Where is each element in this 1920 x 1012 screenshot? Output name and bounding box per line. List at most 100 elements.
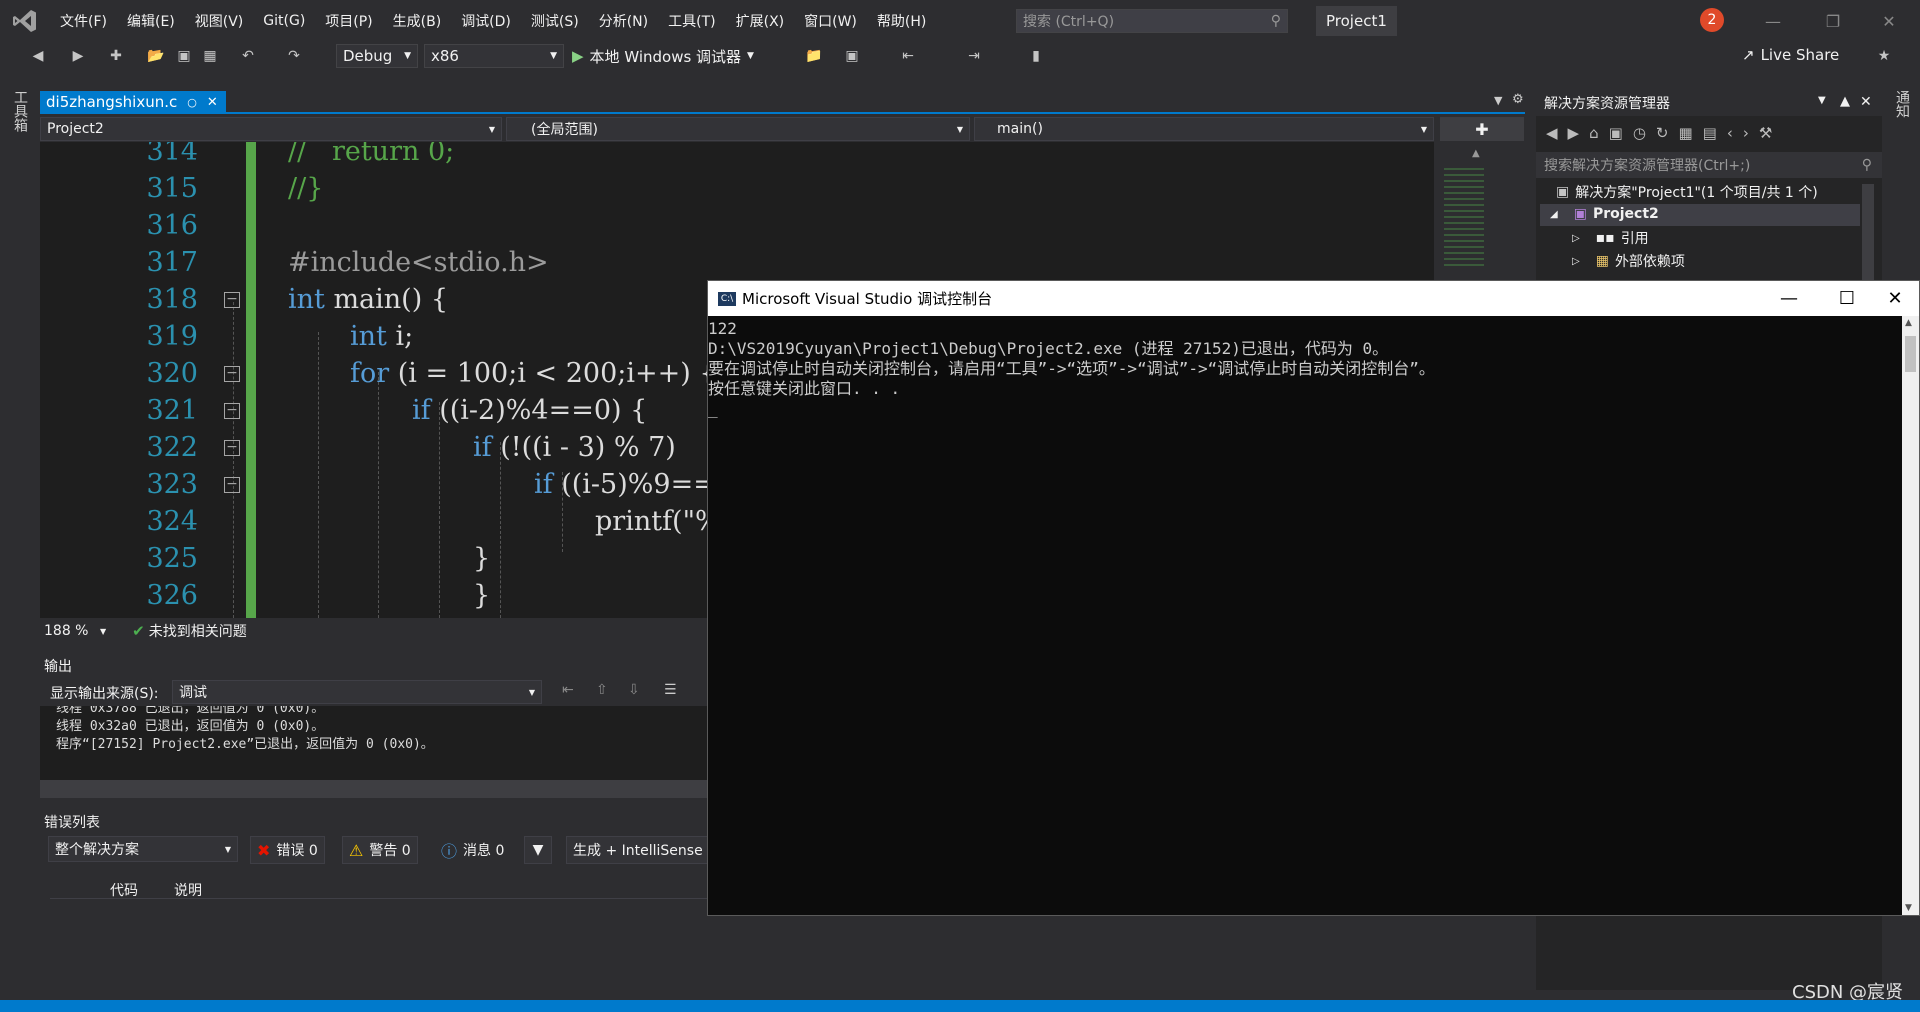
menu-project[interactable]: 项目(P) (315, 11, 382, 31)
scroll-down-icon[interactable]: ▼ (1905, 903, 1912, 913)
messages-filter-button[interactable]: ⓘ 消息 0 (434, 836, 511, 864)
menu-test[interactable]: 测试(S) (521, 11, 589, 31)
tree-project[interactable]: ◢ ▣ Project2 (1550, 206, 1659, 222)
indent-icon[interactable]: ⇥ (964, 46, 984, 66)
scope-select[interactable]: (全局范围) ▼ (506, 117, 970, 141)
fold-toggle-icon[interactable]: − (224, 403, 240, 419)
platform-select[interactable]: x86 ▼ (424, 44, 564, 68)
back-icon[interactable]: ◀ (28, 46, 48, 66)
menu-build[interactable]: 生成(B) (383, 11, 452, 31)
refresh-icon[interactable]: ↻ (1656, 124, 1679, 142)
bookmark-icon[interactable]: ▮ (1026, 46, 1046, 66)
undo-icon[interactable]: ↶ (238, 46, 258, 66)
menu-tools[interactable]: 工具(T) (658, 11, 725, 31)
menu-extensions[interactable]: 扩展(X) (726, 11, 795, 31)
tree-external-deps[interactable]: ▷ ▦ 外部依赖项 (1572, 251, 1685, 271)
search-input[interactable]: 搜索 (Ctrl+Q) ⚲ (1016, 9, 1288, 33)
menu-analyze[interactable]: 分析(N) (589, 11, 658, 31)
screenshot-icon[interactable]: ▣ (842, 46, 862, 66)
notification-badge[interactable]: 2 (1700, 8, 1724, 32)
visual-studio-logo-icon[interactable] (0, 0, 50, 42)
scroll-up-icon[interactable]: ▲ (1472, 148, 1480, 159)
menu-edit[interactable]: 编辑(E) (117, 11, 185, 31)
console-scrollbar[interactable]: ▲ ▼ (1902, 316, 1919, 915)
notifications-tab[interactable]: 通知 (1892, 90, 1912, 118)
feedback-icon[interactable]: ★ (1874, 46, 1894, 66)
pin-icon[interactable]: ○ (187, 96, 197, 109)
redo-icon[interactable]: ↷ (284, 46, 304, 66)
home-icon[interactable]: ⌂ (1589, 124, 1609, 142)
fold-toggle-icon[interactable]: − (224, 292, 240, 308)
next-message-icon[interactable]: ⇩ (628, 682, 640, 698)
console-close-icon[interactable]: ✕ (1866, 281, 1920, 316)
toolbox-tab[interactable]: 工具箱 (10, 90, 30, 132)
tree-references[interactable]: ▷ ▪▪ 引用 (1572, 228, 1649, 248)
start-debugger-button[interactable]: ▶ 本地 Windows 调试器 ▼ (572, 44, 754, 68)
errors-filter-button[interactable]: ✖ 错误 0 (250, 836, 325, 864)
prev-message-icon[interactable]: ⇧ (596, 682, 608, 698)
menu-window[interactable]: 窗口(W) (794, 11, 867, 31)
live-share-button[interactable]: ↗ Live Share (1742, 46, 1839, 64)
chevron-down-icon[interactable]: ▼ (100, 627, 106, 636)
tab-di5zhangshixun[interactable]: di5zhangshixun.c ○ ✕ (40, 91, 226, 113)
collapse-icon[interactable]: ▦ (1678, 124, 1702, 142)
menu-git[interactable]: Git(G) (253, 13, 315, 29)
output-log[interactable]: 线程 0x3788 已退出，返回值为 0 (0x0)。 线程 0x32a0 已退… (40, 706, 710, 780)
output-source-select[interactable]: 调试 ▼ (172, 680, 542, 704)
pin-icon[interactable]: ▲ (1840, 94, 1850, 109)
column-header-code[interactable]: 代码 (110, 880, 138, 900)
menu-view[interactable]: 视图(V) (185, 11, 254, 31)
show-all-icon[interactable]: ▤ (1703, 124, 1727, 142)
close-tab-icon[interactable]: ✕ (207, 95, 218, 110)
switch-views-icon[interactable]: ▣ (1609, 124, 1633, 142)
console-minimize-icon[interactable]: — (1760, 281, 1818, 316)
close-icon[interactable]: ✕ (1860, 94, 1872, 110)
save-icon[interactable]: ▣ (174, 46, 194, 66)
error-scope-select[interactable]: 整个解决方案 ▼ (48, 836, 238, 862)
function-select[interactable]: main() ▼ (974, 117, 1434, 141)
fold-toggle-icon[interactable]: − (224, 477, 240, 493)
solution-toolbar[interactable]: ◀▶⌂▣◷↻▦▤‹›⚒ (1546, 124, 1782, 142)
gear-icon[interactable]: ⚙ (1512, 92, 1524, 107)
save-all-icon[interactable]: ▦ (200, 46, 220, 66)
output-hscrollbar[interactable] (40, 780, 710, 798)
menu-help[interactable]: 帮助(H) (867, 11, 936, 31)
minimize-icon[interactable]: — (1750, 8, 1796, 34)
build-filter-select[interactable]: 生成 + IntelliSense (566, 836, 710, 864)
chevron-down-icon[interactable]: ▼ (1494, 94, 1502, 107)
menu-file[interactable]: 文件(F) (50, 11, 117, 31)
step-icon[interactable]: ⇤ (898, 46, 918, 66)
project-title[interactable]: Project1 (1316, 6, 1397, 36)
clear-all-icon[interactable]: ☰ (664, 682, 677, 698)
column-header-description[interactable]: 说明 (174, 880, 202, 900)
debug-console-window[interactable]: C:\ Microsoft Visual Studio 调试控制台 — ☐ ✕ … (707, 280, 1920, 916)
tree-solution[interactable]: ▣ 解决方案"Project1"(1 个项目/共 1 个) (1556, 182, 1818, 202)
zoom-level[interactable]: 188 % (44, 623, 100, 639)
code-icon[interactable]: ‹› (1727, 124, 1759, 142)
configuration-select[interactable]: Debug ▼ (336, 44, 418, 68)
forward-icon[interactable]: ▶ (1568, 124, 1590, 142)
forward-icon[interactable]: ▶ (68, 46, 88, 66)
properties-icon[interactable]: ⚒ (1759, 124, 1782, 142)
find-message-icon[interactable]: ⇤ (562, 682, 574, 698)
console-titlebar[interactable]: C:\ Microsoft Visual Studio 调试控制台 — ☐ ✕ (708, 281, 1919, 316)
solution-search-input[interactable]: 搜索解决方案资源管理器(Ctrl+;) ⚲ (1536, 152, 1882, 178)
restore-icon[interactable]: ❐ (1810, 8, 1856, 34)
chevron-down-icon[interactable]: ▼ (1818, 95, 1826, 106)
folder-icon[interactable]: 📁 (804, 46, 824, 66)
scroll-thumb[interactable] (1905, 336, 1916, 372)
warnings-filter-button[interactable]: ⚠ 警告 0 (342, 836, 418, 864)
close-icon[interactable]: ✕ (1866, 8, 1912, 34)
filter-icon[interactable]: ▼ (524, 836, 552, 864)
fold-toggle-icon[interactable]: − (224, 440, 240, 456)
open-icon[interactable]: 📂 (146, 46, 166, 66)
split-editor-icon[interactable]: ✚ (1440, 117, 1524, 141)
new-project-icon[interactable]: ✚ (106, 46, 126, 66)
back-icon[interactable]: ◀ (1546, 124, 1568, 142)
history-icon[interactable]: ◷ (1633, 124, 1656, 142)
project-select[interactable]: Project2 ▼ (40, 117, 502, 141)
menu-debug[interactable]: 调试(D) (451, 11, 521, 31)
scroll-up-icon[interactable]: ▲ (1905, 318, 1912, 328)
fold-toggle-icon[interactable]: − (224, 366, 240, 382)
solution-scrollbar[interactable] (1862, 184, 1874, 280)
